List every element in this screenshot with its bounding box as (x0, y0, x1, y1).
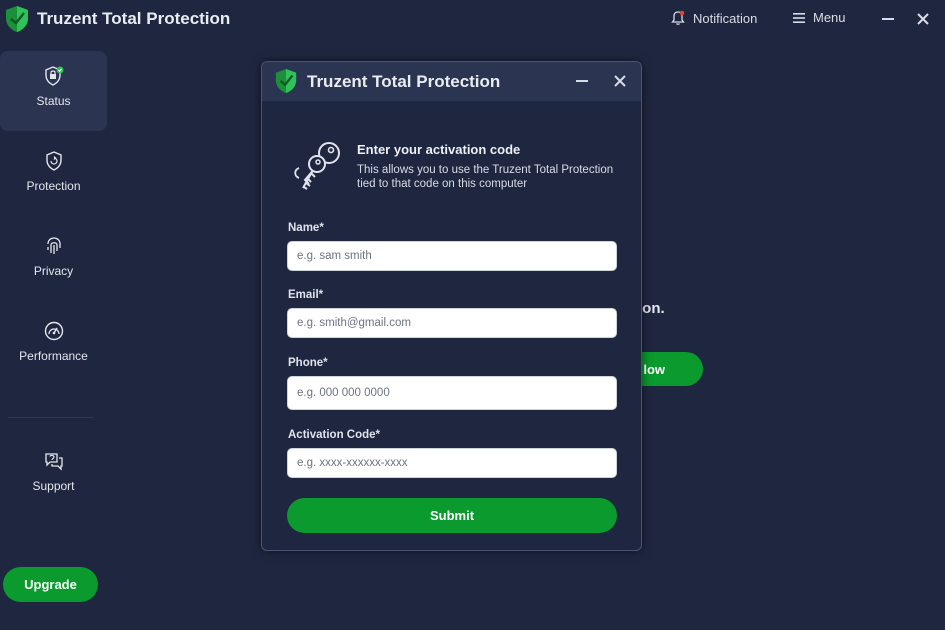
notification-label: Notification (693, 10, 758, 26)
upgrade-button[interactable]: Upgrade (3, 567, 98, 602)
activation-code-input[interactable] (287, 448, 617, 478)
activation-heading: Enter your activation code (357, 142, 521, 157)
sidebar-item-label: Status (36, 94, 71, 108)
hamburger-icon (793, 12, 805, 23)
activation-description: This allows you to use the Truzent Total… (357, 164, 614, 190)
name-label: Name* (288, 222, 324, 234)
sidebar-item-performance[interactable]: Performance (0, 306, 107, 386)
activation-code-label: Activation Code* (288, 429, 381, 441)
sidebar-item-label: Protection (26, 179, 81, 193)
sidebar-item-label: Performance (19, 349, 88, 363)
activation-dialog: Truzent Total Protection Enter your acti… (261, 61, 642, 551)
sidebar-item-label: Support (32, 479, 75, 493)
shield-refresh-icon (45, 151, 62, 171)
name-input[interactable] (287, 241, 617, 271)
keys-icon (294, 142, 340, 190)
close-icon[interactable] (915, 10, 931, 28)
background-text: ion. (638, 300, 665, 317)
dialog-header: Truzent Total Protection (262, 62, 641, 101)
bell-icon (671, 10, 685, 25)
phone-label: Phone* (288, 357, 328, 369)
speedometer-icon (44, 321, 63, 341)
notification-button[interactable]: Notification (670, 10, 757, 26)
sidebar-divider (8, 417, 94, 418)
sidebar-item-privacy[interactable]: Privacy (0, 221, 107, 301)
lock-shield-icon (44, 66, 63, 86)
minimize-icon[interactable] (575, 73, 589, 89)
shield-logo-icon (275, 69, 297, 93)
background-action-label: low (643, 361, 665, 377)
close-icon[interactable] (613, 73, 627, 89)
sidebar-item-status[interactable]: Status (0, 51, 107, 131)
dialog-title: Truzent Total Protection (307, 72, 501, 91)
shield-logo-icon (6, 6, 28, 32)
menu-label: Menu (813, 10, 846, 25)
sidebar-item-label: Privacy (33, 264, 74, 278)
app-title: Truzent Total Protection (37, 9, 231, 28)
menu-button[interactable]: Menu (792, 10, 846, 25)
chat-help-icon (44, 453, 63, 471)
title-bar: Truzent Total Protection Notification Me… (0, 0, 945, 38)
phone-input[interactable] (287, 376, 617, 410)
sidebar-item-protection[interactable]: Protection (0, 136, 107, 216)
minimize-icon[interactable] (880, 10, 896, 28)
submit-button[interactable]: Submit (287, 498, 617, 533)
sidebar-item-support[interactable]: Support (0, 436, 107, 516)
fingerprint-icon (46, 237, 61, 254)
email-input[interactable] (287, 308, 617, 338)
email-label: Email* (288, 289, 324, 301)
